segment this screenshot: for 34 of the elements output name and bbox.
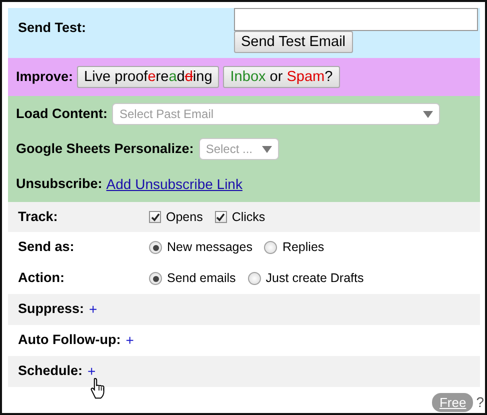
- radio-button[interactable]: [149, 241, 162, 254]
- unsubscribe-link[interactable]: Add Unsubscribe Link: [106, 174, 242, 194]
- add-button[interactable]: +: [89, 299, 98, 320]
- field-label: Load Content:: [16, 104, 108, 123]
- field-label: Send Test:: [18, 19, 88, 37]
- option-label: Just create Drafts: [266, 270, 364, 288]
- field-label: Schedule:: [18, 362, 83, 380]
- field-label: Suppress:: [18, 300, 84, 318]
- help-link[interactable]: ?: [476, 392, 484, 413]
- email-input[interactable]: [234, 8, 478, 31]
- add-button[interactable]: +: [88, 361, 96, 382]
- field-label: Google Sheets Personalize:: [16, 140, 194, 158]
- radio-button[interactable]: [248, 272, 261, 285]
- field-label: Track:: [18, 208, 59, 226]
- inbox-spam-button[interactable]: Inbox or Spam?: [223, 66, 340, 88]
- dropdown-caret-icon: [423, 110, 434, 118]
- field-label: Unsubscribe:: [16, 174, 102, 193]
- send-test-button[interactable]: Send Test Email: [234, 31, 353, 53]
- dropdown-caret-icon: [262, 146, 272, 152]
- option-label: Replies: [282, 239, 324, 256]
- field-label: Auto Follow-up:: [18, 331, 121, 350]
- field-label: Improve:: [16, 68, 74, 86]
- radio-button[interactable]: [149, 272, 162, 285]
- checkbox[interactable]: [214, 211, 227, 223]
- field-label: Action:: [18, 269, 66, 288]
- add-button[interactable]: +: [126, 330, 134, 351]
- option-label: Clicks: [232, 208, 266, 226]
- field-label: Send as:: [18, 238, 76, 256]
- checkbox[interactable]: [149, 211, 161, 223]
- option-label: New messages: [167, 239, 252, 256]
- proofreading-button[interactable]: Live proofereadding: [77, 66, 220, 88]
- option-label: Send emails: [167, 270, 236, 288]
- option-label: Opens: [166, 208, 203, 226]
- radio-button[interactable]: [264, 241, 278, 254]
